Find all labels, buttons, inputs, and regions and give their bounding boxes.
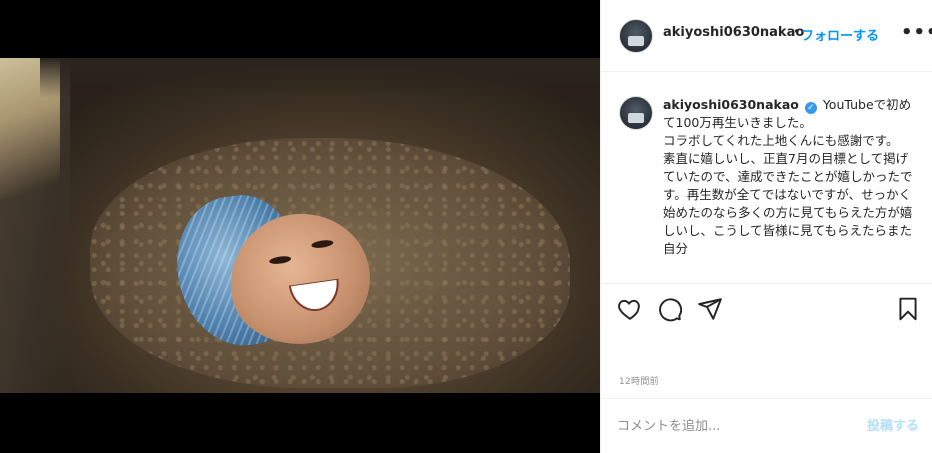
photo-back-wall xyxy=(40,58,600,98)
photo-buried-head xyxy=(168,188,379,354)
comment-input[interactable]: コメントを追加... xyxy=(617,415,720,434)
caption-line-2: コラボしてくれた上地くんにも感謝です。 xyxy=(663,133,899,148)
comment-icon[interactable] xyxy=(657,296,683,322)
caption-text: akiyoshi0630nakao ✓ YouTubeで初めて100万再生いきま… xyxy=(663,96,919,258)
post-header: akiyoshi0630nakao • フォローする ••• xyxy=(601,0,932,72)
caption-avatar[interactable] xyxy=(619,96,653,130)
add-comment-bar: コメントを追加... 投稿する xyxy=(601,398,932,453)
post-side-panel: akiyoshi0630nakao • フォローする ••• akiyoshi0… xyxy=(600,0,932,453)
photo-smile xyxy=(288,278,343,315)
post-timestamp[interactable]: 12時間前 xyxy=(619,374,659,387)
bookmark-icon[interactable] xyxy=(895,296,921,322)
post-comment-button[interactable]: 投稿する xyxy=(867,415,919,434)
caption-username[interactable]: akiyoshi0630nakao xyxy=(663,97,799,112)
photo-eye-left xyxy=(268,255,292,266)
heart-icon[interactable] xyxy=(617,296,643,322)
header-separator: • xyxy=(793,25,801,40)
more-options-icon[interactable]: ••• xyxy=(901,22,932,43)
verified-badge-icon: ✓ xyxy=(804,102,817,114)
avatar[interactable] xyxy=(619,19,653,53)
action-bar xyxy=(601,284,932,334)
post-media[interactable] xyxy=(0,0,600,453)
share-icon[interactable] xyxy=(697,296,723,322)
caption-line-3: 素直に嬉しいし、正直7月の目標として掲げていたので、達成できたことが嬉しかったで… xyxy=(663,151,913,256)
header-username[interactable]: akiyoshi0630nakao xyxy=(663,25,804,40)
caption-area[interactable]: akiyoshi0630nakao ✓ YouTubeで初めて100万再生いきま… xyxy=(601,72,932,284)
photo-eye-right xyxy=(310,239,334,250)
follow-button[interactable]: フォローする xyxy=(801,25,879,44)
post-photo xyxy=(0,58,600,393)
